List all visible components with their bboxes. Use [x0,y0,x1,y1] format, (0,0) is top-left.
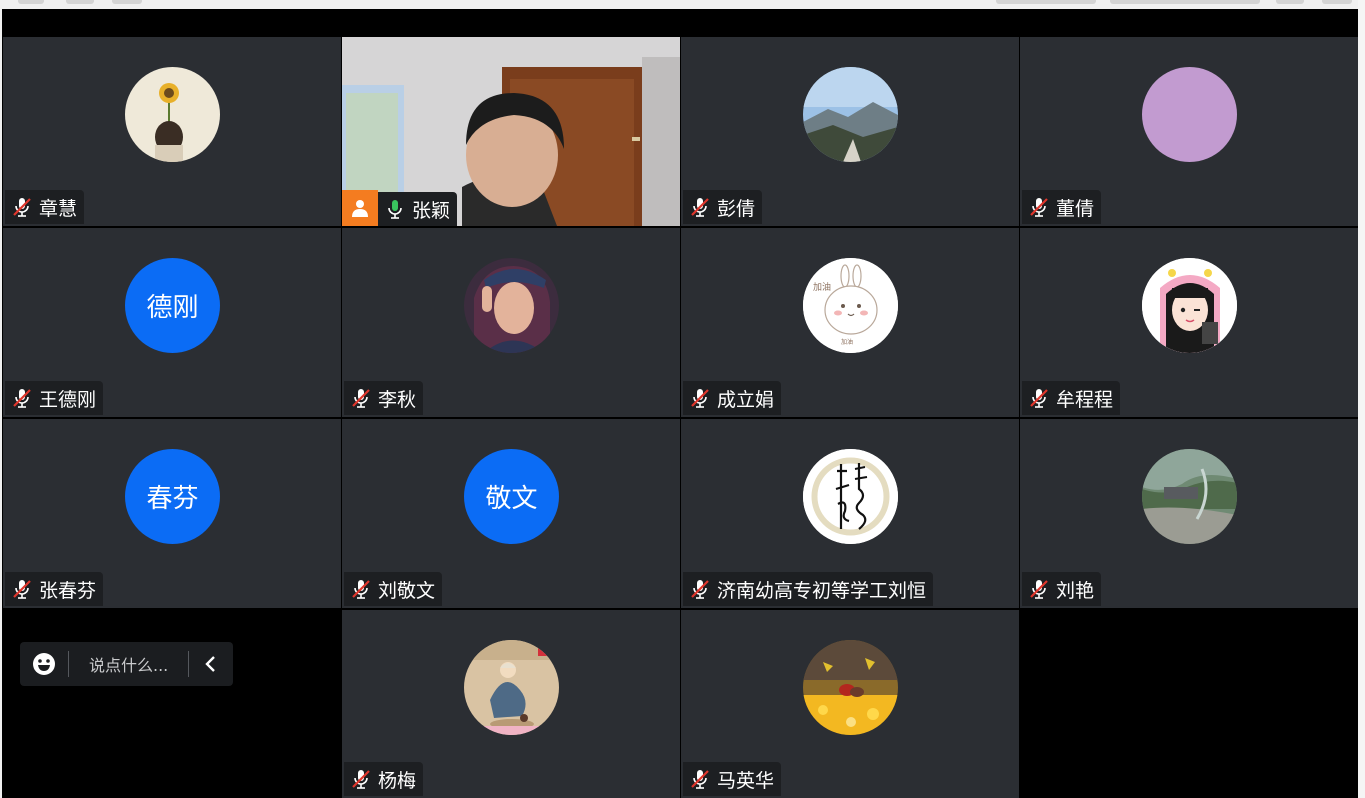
participant-nametag: 刘敬文 [344,572,443,606]
participant-avatar [803,449,898,544]
window-right-border [1358,0,1365,798]
participant-name: 牟程程 [1056,388,1114,411]
participant-name: 李秋 [378,388,417,411]
toolbar-nub [1322,0,1352,4]
participant-name: 董倩 [1056,197,1095,220]
participant-tile[interactable]: 春芬 张春芬 [3,419,341,608]
participant-nametag: 杨梅 [344,762,424,796]
participant-tile[interactable]: 刘艳 [1020,419,1358,608]
participant-tile[interactable]: 彭倩 [681,37,1019,226]
calligraphy-seal [803,449,898,544]
toolbar-nub [66,0,94,4]
host-badge-icon [342,190,378,226]
participant-nametag: 牟程程 [1022,381,1121,415]
participant-avatar [464,258,559,353]
participant-avatar [1142,67,1237,162]
participant-tile[interactable]: 敬文 刘敬文 [342,419,680,608]
mic-muted-icon[interactable] [689,768,711,790]
participant-tile[interactable]: 杨梅 [342,610,680,798]
participant-avatar-initials: 德刚 [125,258,220,353]
sunflower-photo [125,67,220,162]
participant-name: 马英华 [717,769,775,792]
participant-name: 张颖 [412,199,451,222]
mountain-photo [803,67,898,162]
meeting-top-bar [0,9,1365,37]
mic-muted-icon[interactable] [350,768,372,790]
participant-name: 王德刚 [39,388,97,411]
emoji-icon[interactable] [20,642,68,686]
participant-tile[interactable]: 董倩 [1020,37,1358,226]
participant-avatar [464,640,559,735]
mic-muted-icon[interactable] [11,196,33,218]
participant-name: 刘敬文 [378,579,436,602]
mic-muted-icon[interactable] [1028,196,1050,218]
girl-cartoon [1142,258,1237,353]
mic-muted-icon[interactable] [1028,578,1050,600]
chat-input-bar[interactable]: 说点什么... [20,642,233,686]
participant-nametag: 章慧 [5,190,85,224]
participant-nametag: 董倩 [1022,190,1102,224]
selfie-photo [464,258,559,353]
participant-nametag: 刘艳 [1022,572,1102,606]
participant-tile[interactable]: 马英华 [681,610,1019,798]
chevron-left-icon[interactable] [189,642,233,686]
beach-child-photo [464,640,559,735]
mic-muted-icon[interactable] [11,387,33,409]
bunny-cartoon: 加油 加油 [803,258,898,353]
participant-name: 刘艳 [1056,579,1095,602]
participant-name: 章慧 [39,197,78,220]
participant-tile[interactable]: 牟程程 [1020,228,1358,417]
participant-tile[interactable]: 德刚 王德刚 [3,228,341,417]
mic-muted-icon[interactable] [689,578,711,600]
participant-nametag: 李秋 [344,381,424,415]
ginkgo-photo [803,640,898,735]
participant-name: 成立娟 [717,388,775,411]
mic-muted-icon[interactable] [689,387,711,409]
participant-avatar [1142,449,1237,544]
participant-name: 彭倩 [717,197,756,220]
valley-photo [1142,449,1237,544]
mic-active-icon[interactable] [384,198,406,220]
participant-nametag: 张春芬 [5,572,104,606]
participant-tile[interactable]: 李秋 [342,228,680,417]
participant-nametag: 彭倩 [683,190,763,224]
toolbar-nub [996,0,1096,4]
participant-tile[interactable]: 济南幼高专初等学工刘恒 [681,419,1019,608]
participant-name: 济南幼高专初等学工刘恒 [717,579,927,602]
participant-avatar [803,640,898,735]
participant-avatar-initials: 敬文 [464,449,559,544]
participant-avatar-initials: 春芬 [125,449,220,544]
chat-input-placeholder[interactable]: 说点什么... [69,652,188,676]
participant-avatar [803,67,898,162]
toolbar-nub [112,0,142,4]
participant-nametag: 王德刚 [5,381,104,415]
window-top-strip [0,0,1365,9]
toolbar-nub [18,0,44,4]
participant-avatar [1142,258,1237,353]
mic-muted-icon[interactable] [350,578,372,600]
participant-avatar: 加油 加油 [803,258,898,353]
participant-tile-active-speaker[interactable]: 张颖 [342,37,680,226]
toolbar-nub [1276,0,1304,4]
participant-name: 张春芬 [39,579,97,602]
mic-muted-icon[interactable] [350,387,372,409]
mic-muted-icon[interactable] [1028,387,1050,409]
participant-nametag: 济南幼高专初等学工刘恒 [683,572,934,606]
toolbar-nub [1110,0,1260,4]
mic-muted-icon[interactable] [689,196,711,218]
participant-avatar [125,67,220,162]
participant-nametag: 马英华 [683,762,782,796]
bunny-caption-small: 加油 [841,338,853,346]
bunny-caption: 加油 [813,281,831,293]
participant-nametag: 张颖 [378,192,458,226]
participant-tile[interactable]: 章慧 [3,37,341,226]
participant-nametag: 成立娟 [683,381,782,415]
participant-tile[interactable]: 加油 加油 成立娟 [681,228,1019,417]
mic-muted-icon[interactable] [11,578,33,600]
participant-name: 杨梅 [378,769,417,792]
